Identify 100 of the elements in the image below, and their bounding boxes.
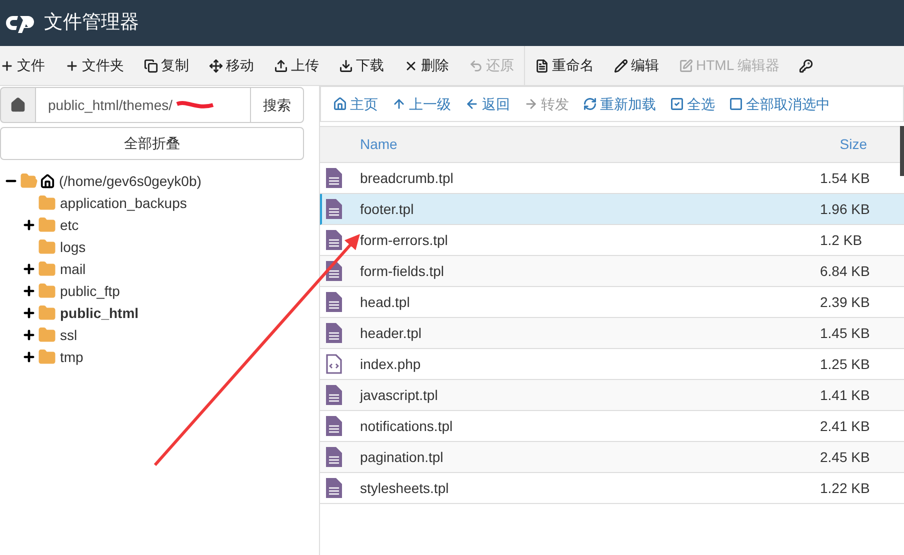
folder-icon xyxy=(20,172,38,190)
file-size: 2.45 KB xyxy=(820,448,871,466)
folder-label[interactable]: public_ftp xyxy=(60,280,120,302)
home-icon xyxy=(333,97,347,111)
undo-icon xyxy=(469,58,483,72)
folder-label[interactable]: tmp xyxy=(60,346,84,368)
file-size: 1.22 KB xyxy=(820,478,871,498)
pencil-icon xyxy=(614,58,628,72)
folder-icon xyxy=(38,348,56,366)
file-row[interactable]: footer.tpl 1.96 KB xyxy=(320,194,904,225)
plus-icon xyxy=(0,58,14,72)
expand-icon[interactable] xyxy=(22,262,36,276)
folder-label[interactable]: public_html xyxy=(60,302,139,324)
search-button[interactable]: 搜索 xyxy=(250,87,304,123)
file-name: notifications.tpl xyxy=(360,416,453,436)
document-icon xyxy=(326,168,342,188)
file-size: 1.41 KB xyxy=(820,386,871,404)
folder-label[interactable]: application_backups xyxy=(60,192,187,214)
plus-icon xyxy=(65,58,79,72)
toolbar-button[interactable]: 下载 xyxy=(329,55,394,76)
file-size: 2.39 KB xyxy=(820,292,871,312)
file-row[interactable]: stylesheets.tpl 1.22 KB xyxy=(320,473,904,504)
file-name: footer.tpl xyxy=(360,200,414,219)
expand-icon[interactable] xyxy=(22,328,36,342)
nav-button[interactable]: 上一级 xyxy=(385,94,458,114)
document-icon xyxy=(326,385,342,405)
expand-icon[interactable] xyxy=(22,306,36,320)
toolbar-button[interactable]: 上传 xyxy=(264,55,329,76)
file-name: form-errors.tpl xyxy=(360,230,448,250)
right-arrow-icon xyxy=(524,97,538,111)
folder-label[interactable]: ssl xyxy=(60,324,78,346)
folder-icon xyxy=(38,304,56,322)
logo-icon xyxy=(6,13,36,33)
redaction-scribble xyxy=(174,100,215,110)
edit-icon xyxy=(679,58,693,72)
folder-icon xyxy=(38,282,56,300)
folder-icon xyxy=(38,238,56,256)
toolbar-button[interactable]: 编辑 xyxy=(604,55,669,76)
document-icon xyxy=(326,292,342,312)
folder-icon xyxy=(38,216,56,234)
file-row[interactable]: form-fields.tpl 6.84 KB xyxy=(320,256,904,287)
file-size: 1.54 KB xyxy=(820,168,871,188)
nav-button[interactable]: 重新加载 xyxy=(576,94,663,114)
copy-icon xyxy=(144,58,158,72)
file-row[interactable]: pagination.tpl 2.45 KB xyxy=(320,442,904,473)
document-icon xyxy=(326,416,342,436)
document-icon xyxy=(326,447,342,467)
path-text: public_html/themes/ xyxy=(48,96,173,115)
file-row[interactable]: header.tpl 1.45 KB xyxy=(320,318,904,349)
folder-icon xyxy=(38,260,56,278)
file-name: header.tpl xyxy=(360,324,422,343)
nav-button[interactable]: 主页 xyxy=(321,94,385,114)
collapse-all-button[interactable]: 全部折叠 xyxy=(0,127,304,160)
toolbar-button[interactable]: 移动 xyxy=(199,55,264,76)
download-icon xyxy=(339,58,353,72)
document-icon xyxy=(326,199,342,219)
expand-icon[interactable] xyxy=(22,218,36,232)
file-size: 1.45 KB xyxy=(820,324,871,342)
toolbar-button[interactable]: 重命名 xyxy=(524,46,604,85)
nav-button[interactable]: 全选 xyxy=(663,94,722,114)
code-file-icon xyxy=(326,354,342,374)
nav-button[interactable]: 返回 xyxy=(458,94,517,114)
file-size: 1.25 KB xyxy=(820,354,871,374)
move-icon xyxy=(209,58,223,72)
file-name: pagination.tpl xyxy=(360,448,444,467)
file-size: 6.84 KB xyxy=(820,262,871,280)
path-field[interactable]: public_html/themes/ xyxy=(36,87,250,123)
home-icon xyxy=(10,97,26,113)
expand-icon[interactable] xyxy=(22,350,36,364)
expand-icon[interactable] xyxy=(22,284,36,298)
document-icon xyxy=(326,230,342,250)
file-name: stylesheets.tpl xyxy=(360,478,449,498)
scrollbar xyxy=(900,126,904,176)
file-row[interactable]: javascript.tpl 1.41 KB xyxy=(320,380,904,411)
folder-label[interactable]: (/home/gev6s0geyk0b) xyxy=(59,170,202,192)
file-size: 1.2 KB xyxy=(820,230,864,250)
toolbar-button[interactable]: 文件夹 xyxy=(55,55,134,76)
toolbar-button[interactable]: 复制 xyxy=(134,55,199,76)
toolbar-button[interactable]: 删除 xyxy=(394,55,459,76)
document-icon xyxy=(326,323,342,343)
folder-icon xyxy=(38,194,56,212)
folder-label[interactable]: etc xyxy=(60,214,79,236)
refresh-icon xyxy=(583,97,597,111)
home-button[interactable] xyxy=(0,87,36,123)
file-name: breadcrumb.tpl xyxy=(360,168,454,188)
nav-button[interactable]: 全部取消选中 xyxy=(722,94,837,114)
toolbar-button[interactable]: 文件 xyxy=(0,55,55,76)
folder-label[interactable]: logs xyxy=(60,236,86,258)
file-icon xyxy=(535,58,549,72)
app-title: 文件管理器 xyxy=(44,10,139,35)
file-name: head.tpl xyxy=(360,292,410,312)
file-size: 1.96 KB xyxy=(820,200,871,218)
file-name: javascript.tpl xyxy=(360,386,438,405)
folder-label[interactable]: mail xyxy=(60,258,86,280)
key-icon xyxy=(799,58,814,72)
square-icon xyxy=(729,97,743,111)
file-name: index.php xyxy=(360,354,421,374)
document-icon xyxy=(326,478,342,498)
home-icon xyxy=(40,174,55,188)
file-size: 2.41 KB xyxy=(820,416,871,436)
